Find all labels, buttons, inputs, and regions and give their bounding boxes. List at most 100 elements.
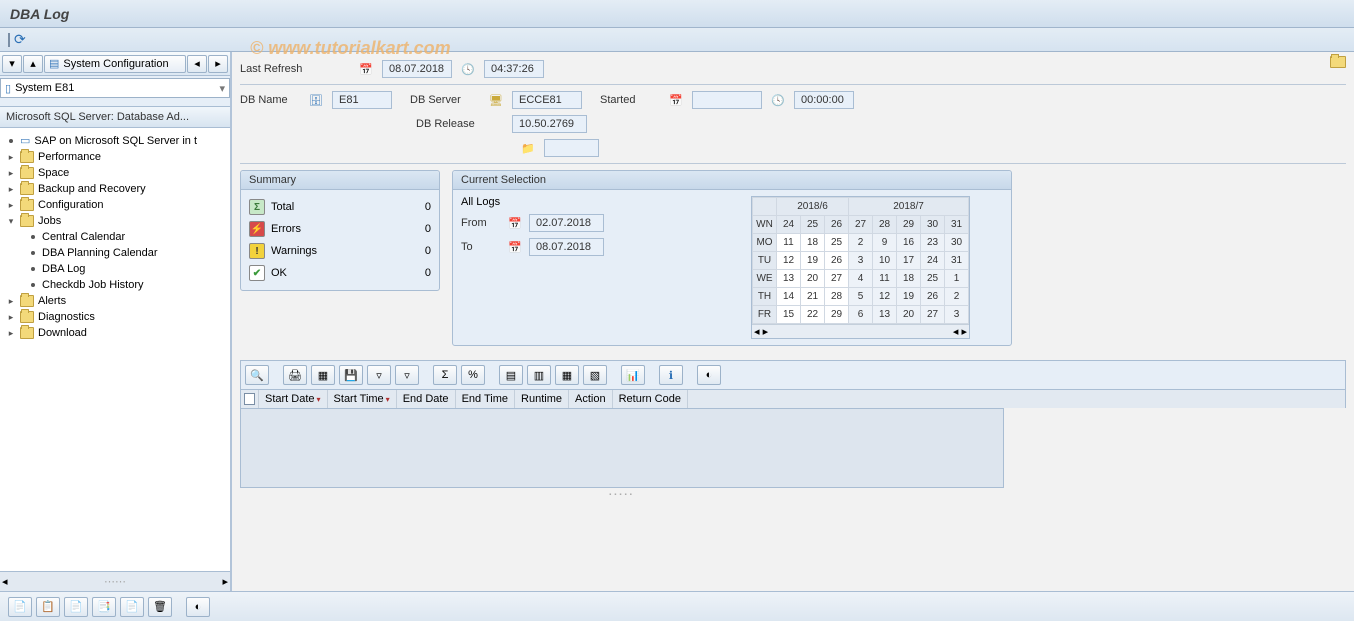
calendar-icon[interactable]: 📅	[507, 239, 523, 255]
sidebar-nav-left-icon[interactable]: ◂	[187, 55, 207, 73]
cal-cell[interactable]: 13	[777, 270, 801, 288]
cal-cell[interactable]: 27	[849, 216, 873, 234]
menu-icon[interactable]	[8, 34, 10, 46]
open-folder-button[interactable]	[1330, 56, 1346, 71]
bottom-btn-5[interactable]: 📄	[120, 597, 144, 617]
cal-cell[interactable]: 6	[849, 306, 873, 324]
tree-item-alerts[interactable]: ▸Alerts	[0, 293, 230, 309]
chart-icon[interactable]: ◐	[697, 365, 721, 385]
col-action[interactable]: Action	[569, 390, 613, 408]
sidebar-scrollbar[interactable]: ◂⋯⋯▸	[0, 571, 230, 591]
layout-save-icon[interactable]: ▦	[555, 365, 579, 385]
resize-handle[interactable]: ▪▪▪▪▪	[240, 492, 1004, 498]
tree-item-performance[interactable]: ▸Performance	[0, 149, 230, 165]
sum-icon[interactable]: Σ	[433, 365, 457, 385]
cal-cell[interactable]: 19	[801, 252, 825, 270]
col-start-date[interactable]: Start Date▾	[259, 390, 328, 408]
layout-icon[interactable]: ▤	[499, 365, 523, 385]
bottom-btn-1[interactable]: 📄	[8, 597, 32, 617]
print-icon[interactable]: 🖨	[283, 365, 307, 385]
cal-cell[interactable]: 11	[873, 270, 897, 288]
from-date[interactable]: 02.07.2018	[529, 214, 604, 232]
tree-item-checkdb[interactable]: Checkdb Job History	[22, 277, 230, 293]
refresh-icon[interactable]: ⟳	[14, 31, 26, 48]
cal-cell[interactable]: 1	[945, 270, 969, 288]
cal-cell[interactable]: 15	[777, 306, 801, 324]
tree-item-diagnostics[interactable]: ▸Diagnostics	[0, 309, 230, 325]
cal-cell[interactable]: 30	[921, 216, 945, 234]
cal-cell[interactable]: 25	[921, 270, 945, 288]
to-date[interactable]: 08.07.2018	[529, 238, 604, 256]
tree-item-configuration[interactable]: ▸Configuration	[0, 197, 230, 213]
cal-cell[interactable]: 20	[897, 306, 921, 324]
graphic-icon[interactable]: 📊	[621, 365, 645, 385]
folder-icon[interactable]: 📁	[520, 140, 536, 156]
bottom-btn-2[interactable]: 📋	[36, 597, 60, 617]
cal-cell[interactable]: 29	[897, 216, 921, 234]
cal-cell[interactable]: 18	[897, 270, 921, 288]
export-excel-icon[interactable]: ▦	[311, 365, 335, 385]
cal-cell[interactable]: 4	[849, 270, 873, 288]
cal-cell[interactable]: 22	[801, 306, 825, 324]
tree-item-download[interactable]: ▸Download	[0, 325, 230, 341]
layout-change-icon[interactable]: ▥	[527, 365, 551, 385]
cal-cell[interactable]: 30	[945, 234, 969, 252]
cal-cell[interactable]: 23	[921, 234, 945, 252]
expand-all-icon[interactable]: ▴	[23, 55, 43, 73]
cal-cell[interactable]: 31	[945, 252, 969, 270]
cal-cell[interactable]: 27	[921, 306, 945, 324]
tree-item-jobs[interactable]: ▾Jobs	[0, 213, 230, 229]
cal-cell[interactable]: 12	[777, 252, 801, 270]
scroll-left-icon[interactable]: ◂	[2, 575, 8, 588]
col-end-time[interactable]: End Time	[456, 390, 515, 408]
cal-cell[interactable]: 28	[825, 288, 849, 306]
tree-item-dba-planning-calendar[interactable]: DBA Planning Calendar	[22, 245, 230, 261]
cal-cell[interactable]: 11	[777, 234, 801, 252]
cal-cell[interactable]: 17	[897, 252, 921, 270]
filter-delete-icon[interactable]: ▿	[395, 365, 419, 385]
cal-cell[interactable]: 26	[825, 252, 849, 270]
col-end-date[interactable]: End Date	[397, 390, 456, 408]
cal-cell[interactable]: 26	[825, 216, 849, 234]
cal-cell[interactable]: 5	[849, 288, 873, 306]
tree-item-sap-mssql[interactable]: ▭SAP on Microsoft SQL Server in t	[0, 132, 230, 149]
bottom-delete-icon[interactable]: 🗑	[148, 597, 172, 617]
calendar-icon[interactable]: 📅	[507, 215, 523, 231]
cal-cell[interactable]: 18	[801, 234, 825, 252]
cal-cell[interactable]: 25	[825, 234, 849, 252]
collapse-all-icon[interactable]: ▾	[2, 55, 22, 73]
cal-cell[interactable]: 16	[897, 234, 921, 252]
bottom-chart-icon[interactable]: ◐	[186, 597, 210, 617]
cal-cell[interactable]: 28	[873, 216, 897, 234]
cal-cell[interactable]: 29	[825, 306, 849, 324]
col-return-code[interactable]: Return Code	[613, 390, 688, 408]
cal-cell[interactable]: 27	[825, 270, 849, 288]
bottom-btn-3[interactable]: 📄	[64, 597, 88, 617]
details-icon[interactable]: 🔍	[245, 365, 269, 385]
tree-item-backup[interactable]: ▸Backup and Recovery	[0, 181, 230, 197]
info-icon[interactable]: ℹ	[659, 365, 683, 385]
cal-cell[interactable]: 12	[873, 288, 897, 306]
tree-item-central-calendar[interactable]: Central Calendar	[22, 229, 230, 245]
calendar[interactable]: 2018/6 2018/7 WN2425262728293031MO111825…	[751, 196, 970, 339]
cal-cell[interactable]: 2	[945, 288, 969, 306]
cal-cell[interactable]: 26	[921, 288, 945, 306]
cal-cell[interactable]: 14	[777, 288, 801, 306]
cal-cell[interactable]: 24	[777, 216, 801, 234]
cal-cell[interactable]: 24	[921, 252, 945, 270]
cal-cell[interactable]: 2	[849, 234, 873, 252]
cal-cell[interactable]: 3	[849, 252, 873, 270]
layout-manage-icon[interactable]: ▧	[583, 365, 607, 385]
tree-item-space[interactable]: ▸Space	[0, 165, 230, 181]
cal-cell[interactable]: 13	[873, 306, 897, 324]
subtotal-icon[interactable]: %	[461, 365, 485, 385]
sidebar-nav-right-icon[interactable]: ▸	[208, 55, 228, 73]
cal-cell[interactable]: 20	[801, 270, 825, 288]
bottom-btn-4[interactable]: 📑	[92, 597, 116, 617]
cal-cell[interactable]: 3	[945, 306, 969, 324]
tree-item-dba-log[interactable]: DBA Log	[22, 261, 230, 277]
system-selector[interactable]: ▯ System E81 ▾	[0, 78, 230, 98]
cal-cell[interactable]: 9	[873, 234, 897, 252]
filter-icon[interactable]: ▿	[367, 365, 391, 385]
calendar-scrollbar[interactable]: ◂ ▸◂ ▸	[752, 324, 969, 338]
